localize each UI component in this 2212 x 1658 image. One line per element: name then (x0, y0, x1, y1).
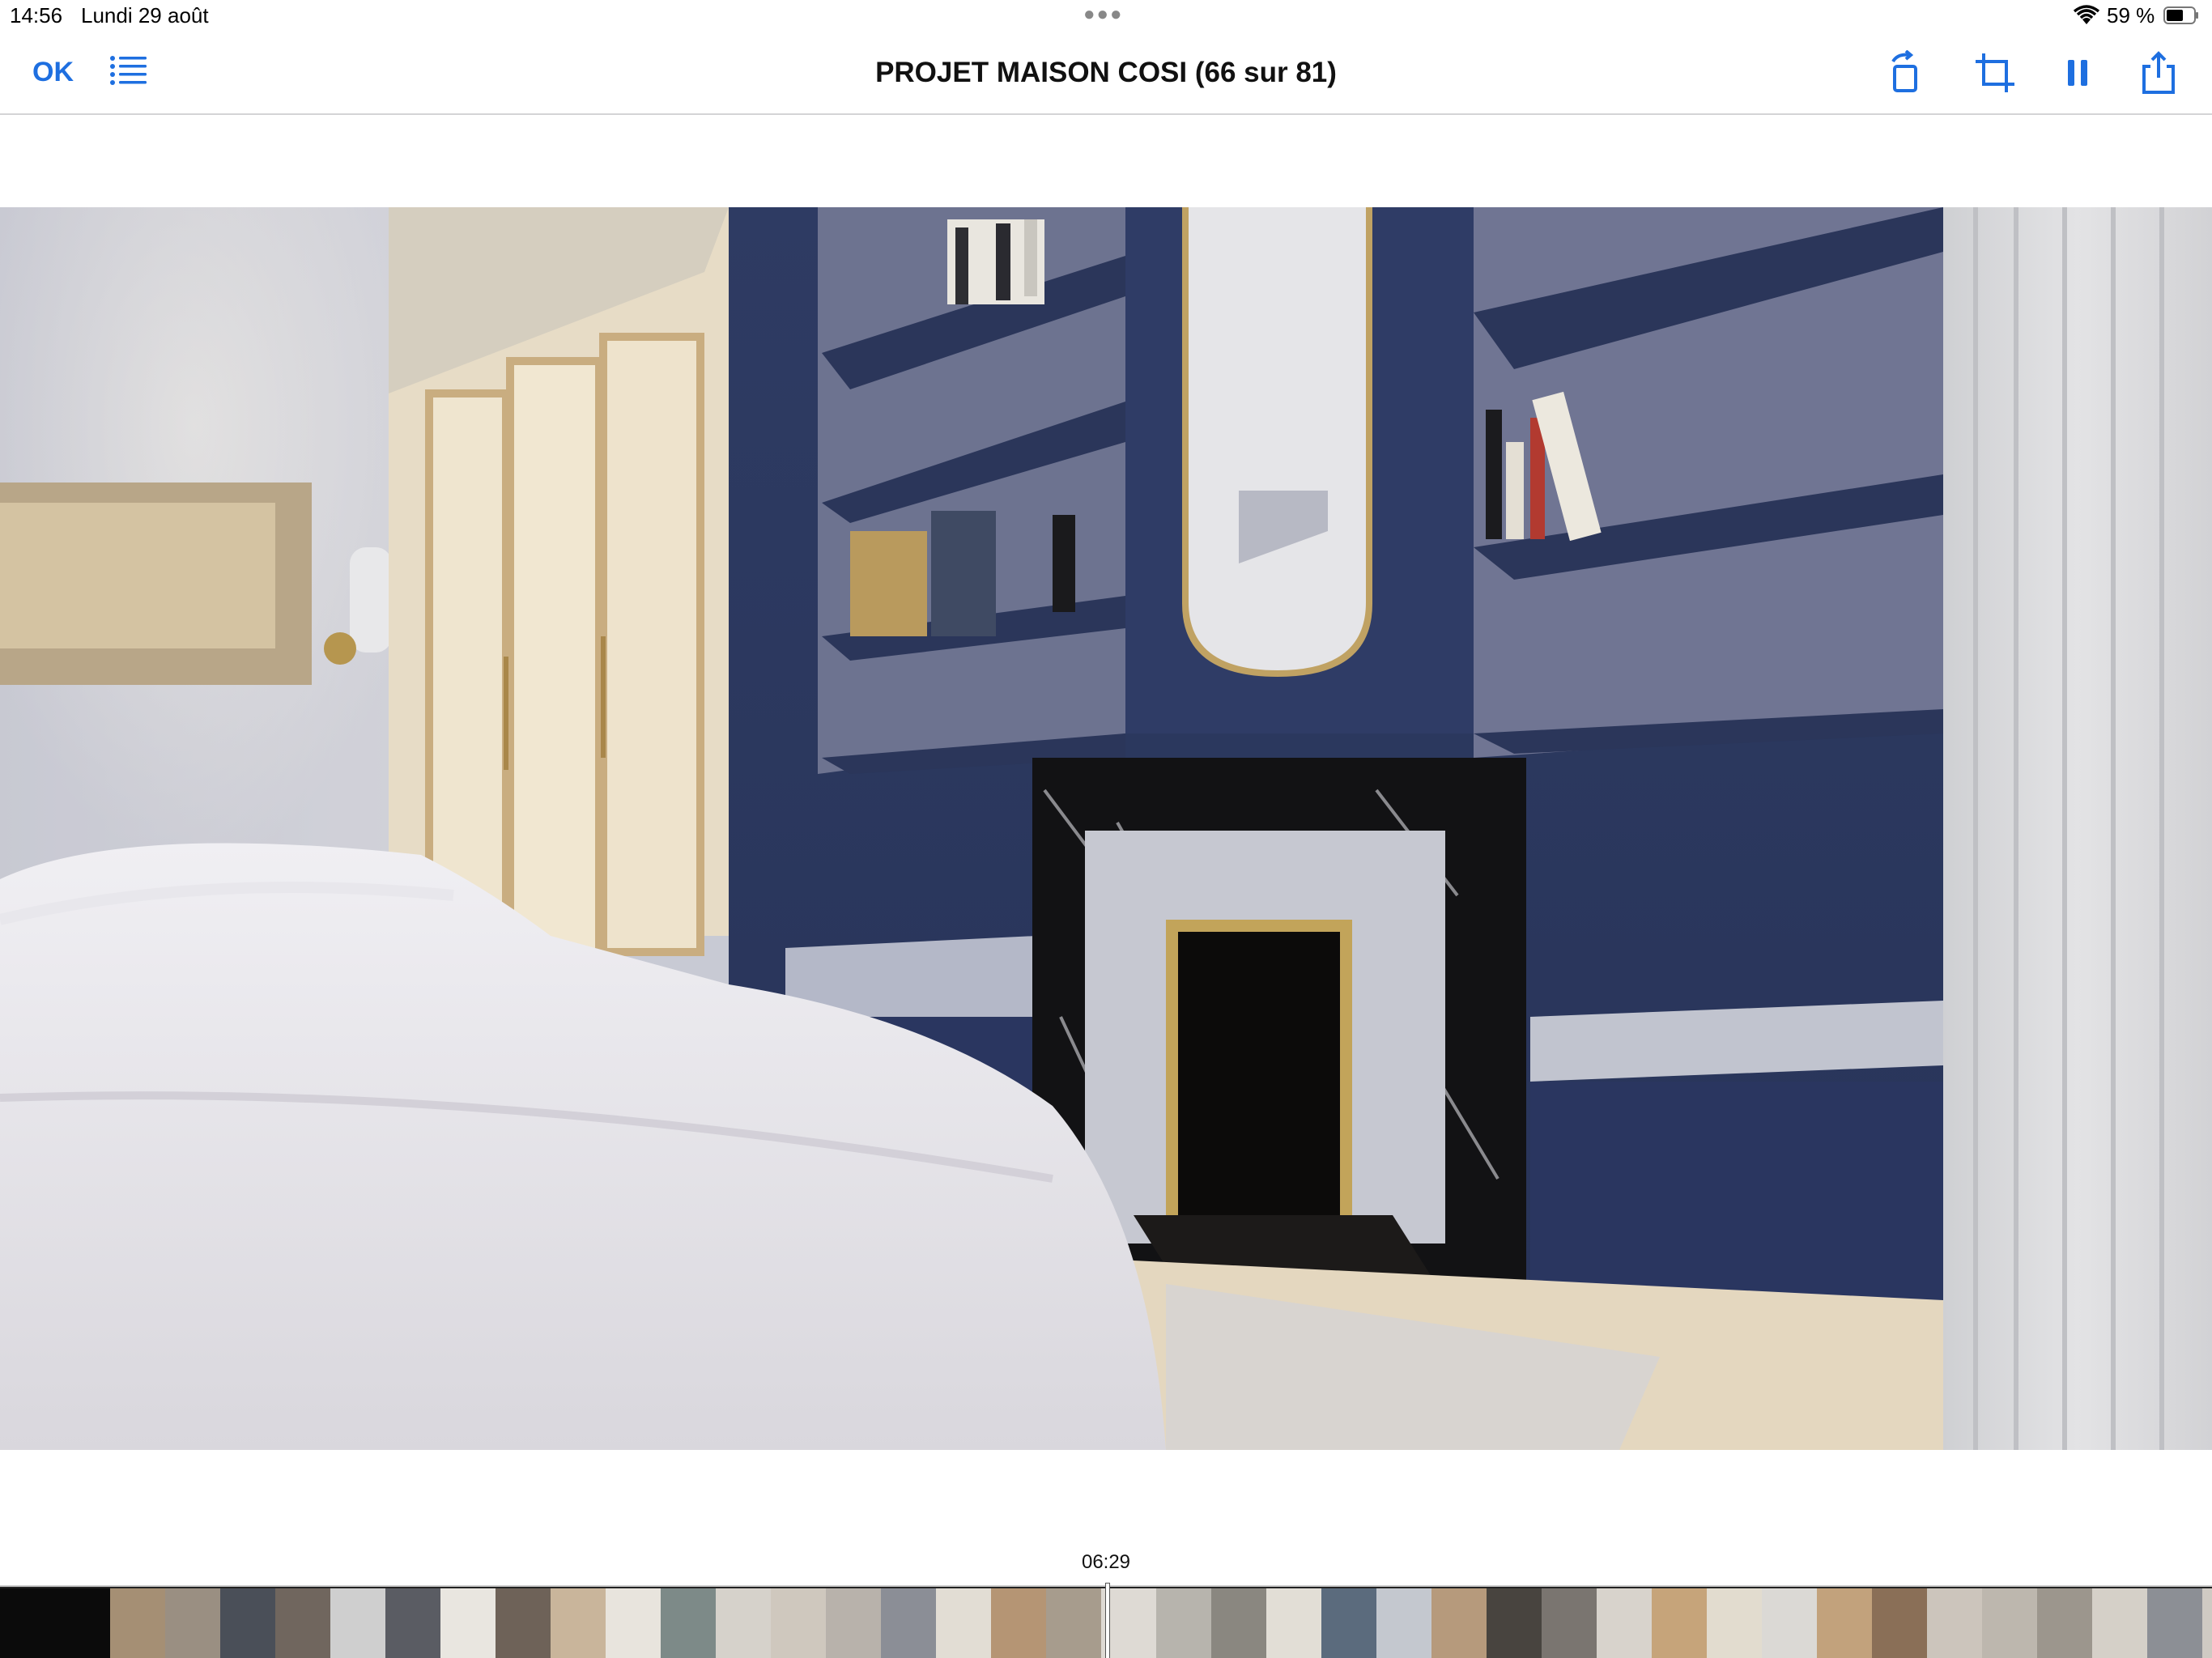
filmstrip-thumbnail[interactable] (1266, 1588, 1321, 1658)
filmstrip-thumbnail[interactable] (0, 1588, 55, 1658)
filmstrip-thumbnail[interactable] (496, 1588, 551, 1658)
status-bar: 14:56 Lundi 29 août ●●● 59 % (0, 0, 2212, 34)
filmstrip-thumbnail[interactable] (1431, 1588, 1487, 1658)
photo-viewer: 14:56 Lundi 29 août ●●● 59 % OK PROJET M… (0, 0, 2212, 1658)
status-date: Lundi 29 août (81, 3, 209, 28)
filmstrip-thumbnail[interactable] (1762, 1588, 1817, 1658)
filmstrip-thumbnail[interactable] (991, 1588, 1046, 1658)
navigation-bar: OK PROJET MAISON COSI (66 sur 81) (0, 34, 2212, 115)
filmstrip-thumbnail[interactable] (551, 1588, 606, 1658)
filmstrip-thumbnail[interactable] (1156, 1588, 1211, 1658)
battery-icon (2163, 6, 2198, 24)
bedroom-render-image[interactable] (0, 207, 2212, 1450)
filmstrip-thumbnail[interactable] (1597, 1588, 1652, 1658)
filmstrip-thumbnail[interactable] (2037, 1588, 2092, 1658)
filmstrip-thumbnail[interactable] (1707, 1588, 1762, 1658)
share-icon[interactable] (2136, 50, 2181, 96)
filmstrip-thumbnail[interactable] (1046, 1588, 1101, 1658)
filmstrip-thumbnail[interactable] (275, 1588, 330, 1658)
pause-icon[interactable] (2055, 50, 2100, 96)
filmstrip-thumbnail[interactable] (1652, 1588, 1707, 1658)
filmstrip-thumbnail[interactable] (165, 1588, 220, 1658)
filmstrip-thumbnail[interactable] (606, 1588, 661, 1658)
timecode: 06:29 (1081, 1551, 1131, 1573)
wifi-icon (2073, 5, 2100, 24)
filmstrip-thumbnail[interactable] (220, 1588, 275, 1658)
filmstrip-thumbnail[interactable] (2202, 1588, 2212, 1658)
filmstrip-thumbnail[interactable] (936, 1588, 991, 1658)
filmstrip-thumbnail[interactable] (385, 1588, 440, 1658)
filmstrip-thumbnail[interactable] (1817, 1588, 1872, 1658)
playhead[interactable] (1105, 1583, 1110, 1658)
filmstrip-thumbnail[interactable] (1487, 1588, 1542, 1658)
filmstrip-thumbnail[interactable] (1927, 1588, 1982, 1658)
filmstrip-thumbnail[interactable] (1982, 1588, 2037, 1658)
filmstrip-thumbnail[interactable] (1872, 1588, 1927, 1658)
page-title: PROJET MAISON COSI (66 sur 81) (875, 57, 1337, 88)
rotate-icon[interactable] (1885, 50, 1930, 96)
filmstrip-thumbnail[interactable] (330, 1588, 385, 1658)
filmstrip-thumbnail[interactable] (661, 1588, 716, 1658)
filmstrip-thumbnail[interactable] (1542, 1588, 1597, 1658)
filmstrip-thumbnail[interactable] (716, 1588, 771, 1658)
filmstrip-thumbnail[interactable] (110, 1588, 165, 1658)
filmstrip-thumbnail[interactable] (2092, 1588, 2147, 1658)
filmstrip-thumbnail[interactable] (1321, 1588, 1376, 1658)
multitasking-dots-icon[interactable]: ●●● (1083, 3, 1124, 26)
filmstrip-thumbnail[interactable] (2147, 1588, 2202, 1658)
filmstrip-thumbnail[interactable] (440, 1588, 496, 1658)
filmstrip-thumbnail[interactable] (881, 1588, 936, 1658)
status-time: 14:56 (10, 3, 63, 28)
filmstrip-thumbnail[interactable] (826, 1588, 881, 1658)
battery-percentage: 59 % (2107, 3, 2155, 28)
filmstrip-thumbnail[interactable] (55, 1588, 110, 1658)
crop-icon[interactable] (1972, 50, 2018, 96)
filmstrip-thumbnail[interactable] (1211, 1588, 1266, 1658)
filmstrip-thumbnail[interactable] (1376, 1588, 1431, 1658)
filmstrip-thumbnail[interactable] (771, 1588, 826, 1658)
